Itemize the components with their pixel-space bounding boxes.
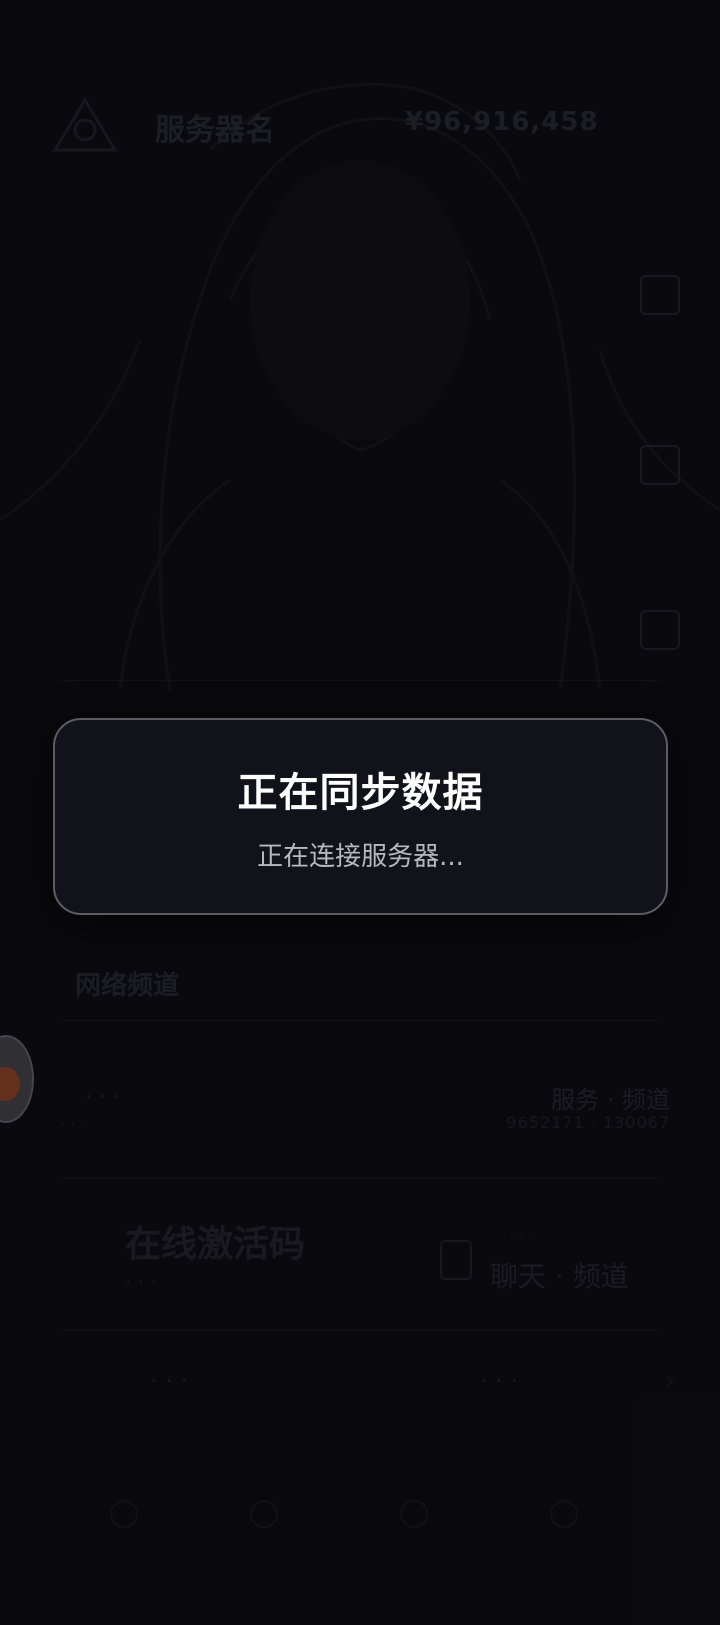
dialog-title: 正在同步数据	[237, 770, 484, 816]
sync-dialog: 正在同步数据 正在连接服务器...	[53, 718, 668, 915]
dialog-status-text: 正在连接服务器...	[257, 842, 464, 872]
app-screen: 服务器名 ¥96,916,458 网络频道 · · · · · · 服务 · 频…	[0, 0, 720, 1625]
